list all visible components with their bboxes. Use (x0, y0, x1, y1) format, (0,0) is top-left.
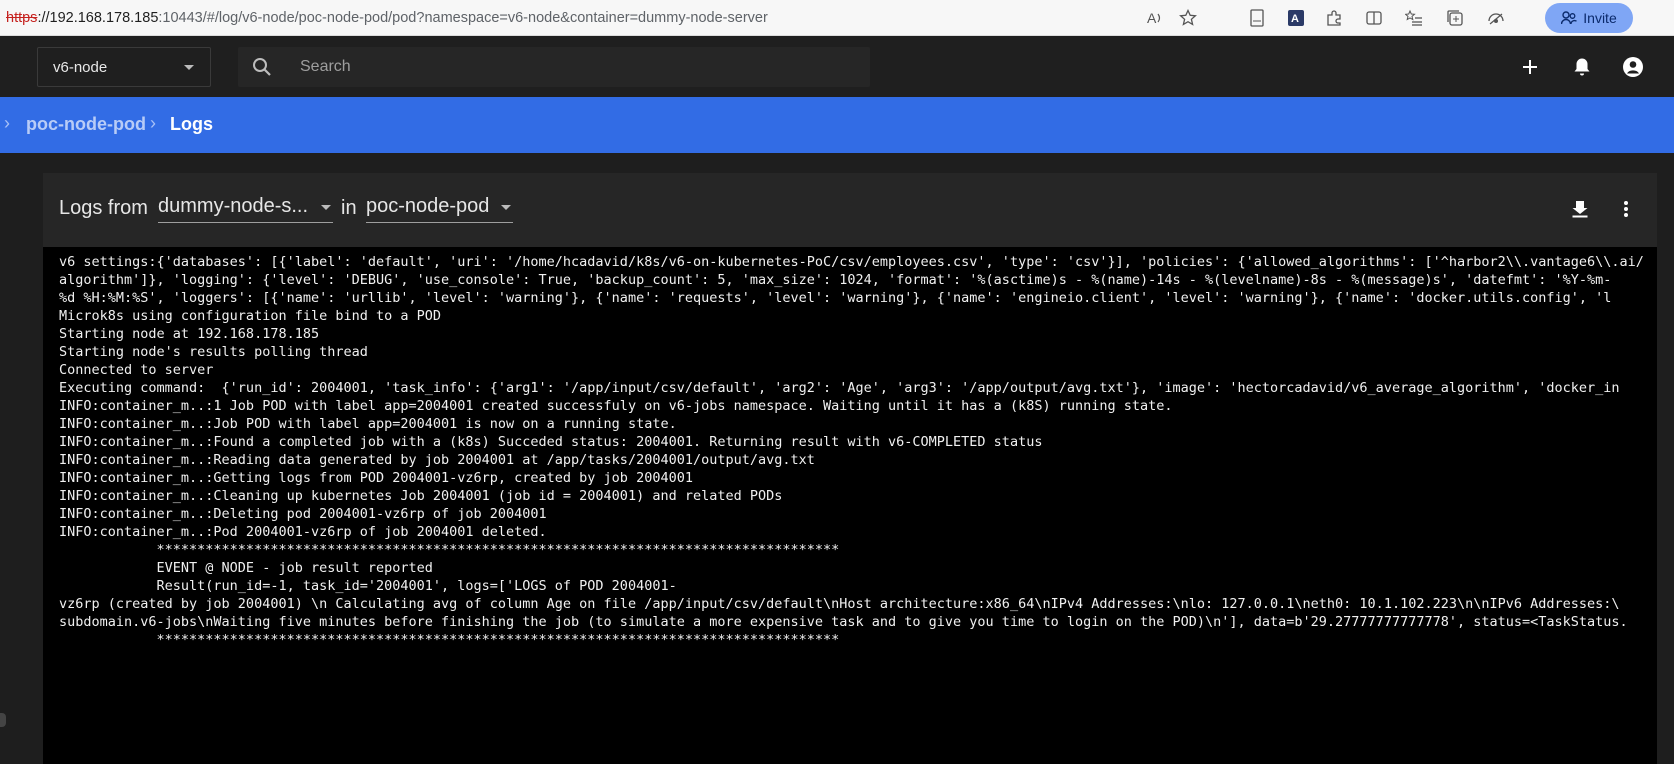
performance-icon[interactable] (1476, 7, 1516, 29)
log-line: INFO:container_m..:Pod 2004001-vz6rp of … (59, 524, 547, 540)
favorite-star-icon[interactable] (1170, 7, 1206, 29)
log-output[interactable]: v6 settings:{'databases': [{'label': 'de… (43, 247, 1657, 764)
svg-text:A: A (1291, 13, 1299, 25)
log-line: EVENT @ NODE - job result reported (59, 560, 433, 576)
log-line: Executing command: {'run_id': 2004001, '… (59, 380, 1620, 396)
collections-icon[interactable] (1434, 7, 1476, 29)
url-scheme: https (6, 10, 38, 26)
log-line: INFO:container_m..:Deleting pod 2004001-… (59, 506, 547, 522)
pod-value: poc-node-pod (366, 195, 490, 217)
log-line: INFO:container_m..:Job POD with label ap… (59, 416, 677, 432)
svg-text:A: A (1147, 10, 1157, 26)
create-resource-button[interactable] (1518, 55, 1542, 79)
logs-from-label: Logs from (59, 197, 148, 219)
log-line: vz6rp (created by job 2004001) \n Calcul… (59, 596, 1620, 612)
container-value: dummy-node-s... (158, 195, 309, 217)
notifications-button[interactable] (1570, 55, 1594, 79)
log-line: Connected to server (59, 362, 214, 378)
plus-icon (1523, 60, 1537, 74)
more-options-button[interactable] (1614, 197, 1638, 221)
container-selector[interactable]: dummy-node-s... (158, 193, 333, 223)
log-line: v6 settings:{'databases': [{'label': 'de… (59, 254, 1644, 270)
log-line: INFO:container_m..:Getting logs from POD… (59, 470, 693, 486)
breadcrumb-pod-link[interactable]: poc-node-pod (26, 114, 146, 135)
pod-selector[interactable]: poc-node-pod (366, 193, 513, 223)
url-path: :10443/#/log/v6-node/poc-node-pod/pod?na… (158, 10, 768, 26)
log-line: Starting node's results polling thread (59, 344, 368, 360)
log-line: ****************************************… (59, 542, 840, 558)
log-line: INFO:container_m..:Reading data generate… (59, 452, 815, 468)
more-vert-icon (1624, 201, 1628, 217)
logs-card: Logs from dummy-node-s... in poc-node-po… (43, 173, 1657, 764)
invite-button[interactable]: Invite (1545, 3, 1633, 33)
bell-icon (1574, 58, 1590, 76)
account-button[interactable] (1621, 55, 1645, 79)
breadcrumb-current: Logs (170, 114, 213, 134)
log-line: Starting node at 192.168.178.185 (59, 326, 320, 342)
chevron-right-icon: › (4, 113, 10, 133)
namespace-value: v6-node (53, 58, 108, 76)
extension-icons: A (1236, 0, 1516, 36)
scroll-handle[interactable] (0, 713, 6, 727)
chevron-down-icon (184, 65, 194, 70)
url-host: ://192.168.178.185 (37, 10, 159, 26)
log-line: Microk8s using configuration file bind t… (59, 308, 442, 324)
favorites-list-icon[interactable] (1394, 7, 1434, 29)
log-line: subdomain.v6-jobs\nWaiting five minutes … (59, 614, 1628, 630)
split-screen-icon[interactable] (1354, 7, 1394, 29)
namespace-selector[interactable]: v6-node (37, 47, 211, 87)
logs-toolbar: Logs from dummy-node-s... in poc-node-po… (43, 173, 1657, 247)
log-line: INFO:container_m..:1 Job POD with label … (59, 398, 1173, 414)
log-line: Result(run_id=-1, task_id='2004001', log… (59, 578, 677, 594)
log-line: ****************************************… (59, 632, 840, 648)
log-line: algorithm']}, 'logging': {'level': 'DEBU… (59, 272, 1612, 288)
people-icon (1561, 11, 1578, 25)
search-input[interactable] (300, 55, 840, 79)
chevron-down-icon (501, 205, 511, 210)
address-bar-actions: A (1140, 0, 1206, 36)
log-line: %d %H:%M:%S', 'loggers': [{'name': 'urll… (59, 290, 1612, 306)
log-line: INFO:container_m..:Cleaning up kubernete… (59, 488, 783, 504)
page-icon[interactable] (1236, 7, 1278, 29)
download-logs-button[interactable] (1568, 197, 1592, 221)
extensions-puzzle-icon[interactable] (1314, 7, 1354, 29)
in-label: in (341, 197, 357, 219)
search-bar (238, 47, 870, 87)
chevron-right-icon: › (150, 113, 156, 133)
breadcrumb: › poc-node-pod › Logs (0, 97, 1674, 153)
browser-toolbar: https://192.168.178.185:10443/#/log/v6-n… (0, 0, 1674, 36)
address-bar[interactable]: https://192.168.178.185:10443/#/log/v6-n… (0, 0, 1230, 36)
main-content: Logs from dummy-node-s... in poc-node-po… (0, 153, 1674, 764)
chevron-down-icon (321, 205, 331, 210)
search-icon (253, 58, 271, 76)
read-aloud-icon[interactable]: A (1140, 7, 1170, 29)
account-circle-icon (1623, 57, 1643, 77)
app-header: v6-node (0, 37, 1674, 97)
download-icon (1572, 201, 1588, 218)
translate-icon[interactable]: A (1278, 7, 1314, 29)
log-line: INFO:container_m..:Found a completed job… (59, 434, 1043, 450)
invite-label: Invite (1583, 10, 1617, 26)
